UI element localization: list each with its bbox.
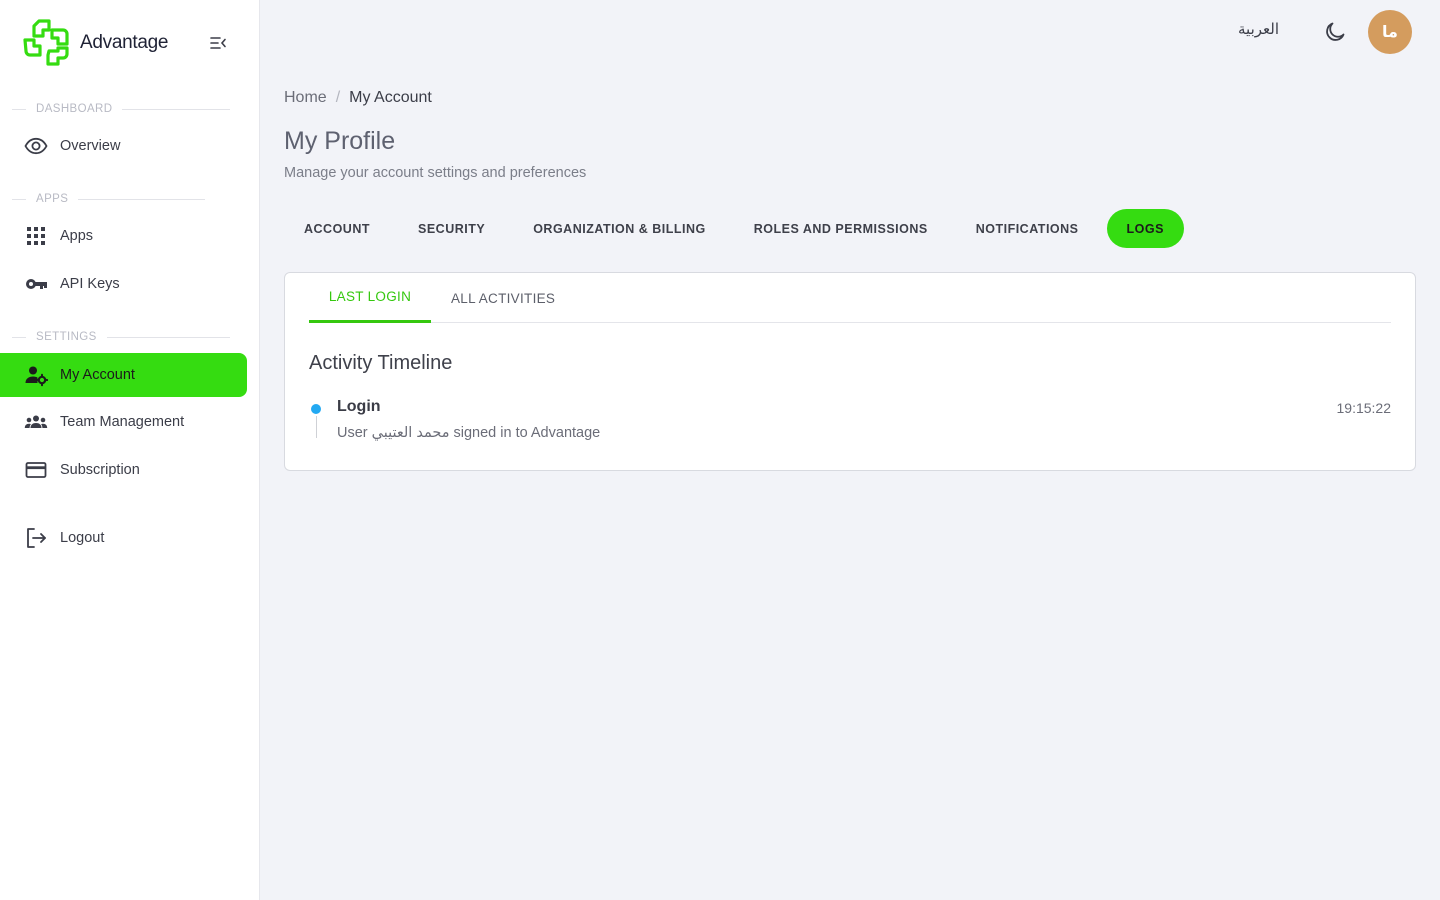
credit-card-icon: [24, 458, 48, 482]
breadcrumb-home[interactable]: Home: [284, 89, 327, 107]
user-gear-icon: [24, 363, 48, 387]
sidebar-item-apps[interactable]: Apps: [0, 214, 247, 258]
timeline-dot: [309, 402, 323, 416]
page-title: My Profile: [284, 127, 396, 155]
sidebar-item-team-management[interactable]: Team Management: [0, 400, 247, 444]
section-dashboard: DASHBOARD: [12, 101, 230, 117]
tab-logs[interactable]: LOGS: [1106, 209, 1184, 248]
sidebar-item-label: Overview: [60, 138, 121, 154]
tab-notifications[interactable]: NOTIFICATIONS: [956, 209, 1099, 248]
section-label: SETTINGS: [36, 331, 97, 343]
sidebar: Advantage DASHBOARD Overview APPS Apps A…: [0, 0, 260, 900]
team-icon: [24, 410, 48, 434]
breadcrumb-current: My Account: [349, 89, 432, 106]
advantage-logo-icon: [23, 19, 69, 66]
collapse-sidebar-icon[interactable]: [208, 33, 228, 53]
subtab-all-activities[interactable]: ALL ACTIVITIES: [451, 273, 555, 323]
tab-roles-permissions[interactable]: ROLES AND PERMISSIONS: [734, 209, 948, 248]
sidebar-item-logout[interactable]: Logout: [0, 516, 247, 560]
key-icon: [24, 272, 48, 296]
tab-security[interactable]: SECURITY: [398, 209, 505, 248]
logout-icon: [24, 526, 48, 550]
logs-subtabs: LAST LOGIN ALL ACTIVITIES: [309, 273, 1391, 323]
profile-tabs: ACCOUNT SECURITY ORGANIZATION & BILLING …: [284, 209, 1192, 248]
tab-account[interactable]: ACCOUNT: [284, 209, 390, 248]
timeline-title: Activity Timeline: [309, 352, 453, 374]
breadcrumb-separator: /: [335, 89, 341, 106]
section-settings: SETTINGS: [12, 329, 230, 345]
timeline-event-title: Login: [337, 398, 381, 415]
sidebar-item-label: Team Management: [60, 414, 185, 430]
avatar[interactable]: ما: [1368, 10, 1412, 54]
language-switch[interactable]: العربية: [1238, 20, 1279, 38]
subtab-last-login[interactable]: LAST LOGIN: [309, 273, 431, 323]
tab-organization-billing[interactable]: ORGANIZATION & BILLING: [513, 209, 726, 248]
sidebar-item-label: My Account: [60, 367, 135, 383]
app-name: Advantage: [80, 32, 169, 53]
breadcrumb: Home / My Account: [284, 89, 432, 107]
sidebar-item-label: Subscription: [60, 462, 140, 478]
sidebar-item-subscription[interactable]: Subscription: [0, 448, 247, 492]
section-label: APPS: [36, 193, 69, 205]
app-logo[interactable]: Advantage: [22, 18, 168, 68]
sidebar-item-api-keys[interactable]: API Keys: [0, 262, 247, 306]
grid-icon: [24, 224, 48, 248]
section-label: DASHBOARD: [36, 103, 113, 115]
sidebar-item-label: API Keys: [60, 276, 120, 292]
section-apps: APPS: [12, 191, 205, 207]
sidebar-item-my-account[interactable]: My Account: [0, 353, 247, 397]
timeline-event-description: User محمد العتيبي signed in to Advantage: [337, 425, 601, 441]
sidebar-item-overview[interactable]: Overview: [0, 124, 247, 168]
timeline-event-time: 19:15:22: [1336, 400, 1392, 416]
sidebar-item-label: Apps: [60, 228, 94, 244]
sidebar-item-label: Logout: [60, 530, 105, 546]
timeline-connector: [316, 416, 317, 438]
logs-card: LAST LOGIN ALL ACTIVITIES Activity Timel…: [284, 272, 1416, 471]
moon-icon[interactable]: [1323, 20, 1347, 44]
page-subtitle: Manage your account settings and prefere…: [284, 165, 587, 181]
eye-icon: [24, 134, 48, 158]
